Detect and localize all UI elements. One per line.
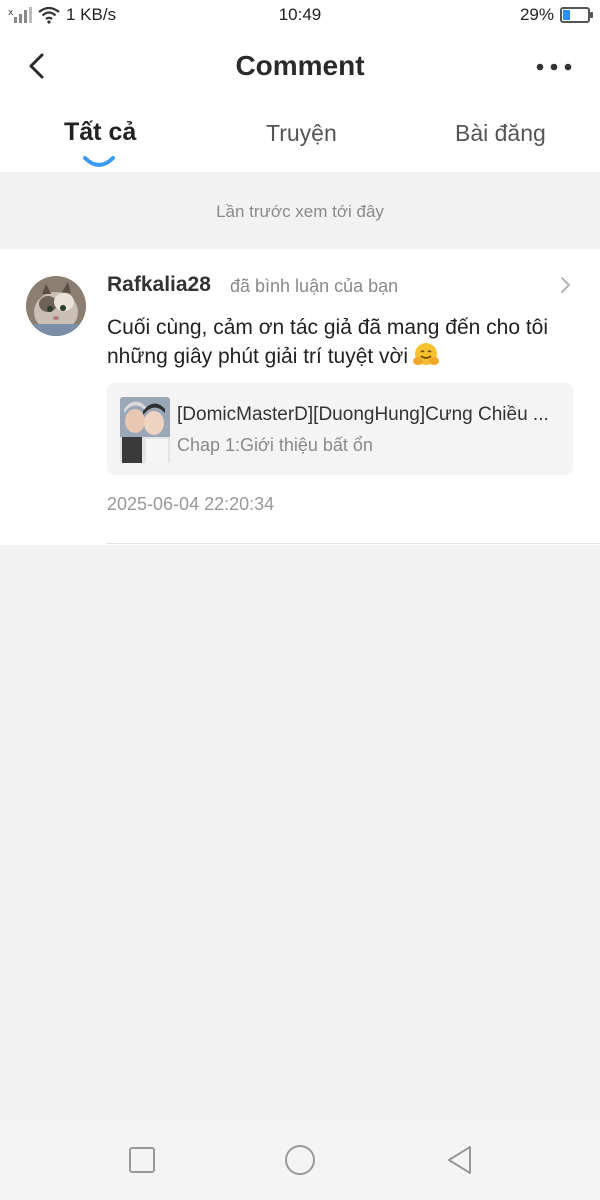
last-viewed-marker: Lần trước xem tới đây (216, 202, 384, 221)
circle-icon (285, 1145, 315, 1175)
comment-body-text: Cuối cùng, cảm ơn tác giả đã mang đến ch… (107, 316, 549, 368)
story-reference[interactable]: [DomicMasterD][DuongHung]Cưng Chiều ... … (107, 383, 573, 475)
battery-fill (563, 10, 570, 20)
more-horizontal-icon (536, 63, 572, 71)
comment-timestamp: 2025-06-04 22:20:34 (107, 494, 275, 514)
story-thumbnail (120, 397, 170, 463)
home-button[interactable] (284, 1144, 316, 1176)
screen: x 1 KB/s 10:49 29% Comment Tất cả Truyện… (0, 0, 600, 1200)
active-tab-indicator (83, 156, 115, 167)
tab-stories[interactable]: Truyện (266, 120, 337, 147)
page-title: Comment (235, 50, 365, 81)
clock: 10:49 (278, 5, 322, 24)
cat-avatar-image (26, 276, 86, 336)
battery-percent: 29% (519, 5, 554, 24)
triangle-back-icon (448, 1146, 471, 1174)
open-comment-button[interactable] (558, 275, 574, 295)
back-nav-button[interactable] (444, 1144, 476, 1176)
recent-apps-button[interactable] (126, 1144, 158, 1176)
avatar[interactable] (26, 276, 86, 336)
comment-username[interactable]: Rafkalia28 (107, 273, 211, 297)
chevron-right-icon (561, 277, 570, 293)
story-chapter: Chap 1:Giới thiệu bất ổn (177, 435, 373, 455)
hugging-face-emoji-icon (412, 342, 440, 376)
tab-bar: Tất cả Truyện Bài đăng (0, 104, 600, 172)
divider (107, 543, 600, 544)
tab-all[interactable]: Tất cả (64, 118, 136, 147)
status-right: 29% (519, 5, 593, 25)
system-nav-bar (0, 1120, 600, 1200)
comment-text: Cuối cùng, cảm ơn tác giả đã mang đến ch… (107, 313, 577, 376)
comment-action-text: đã bình luận của bạn (230, 276, 399, 296)
more-options-button[interactable] (534, 52, 574, 82)
app-header: Comment (0, 32, 600, 104)
story-title: [DomicMasterD][DuongHung]Cưng Chiều ... (177, 404, 549, 425)
tab-posts[interactable]: Bài đăng (455, 120, 546, 147)
status-bar: x 1 KB/s 10:49 29% (0, 0, 600, 32)
battery-icon (560, 7, 593, 23)
square-icon (129, 1147, 155, 1173)
comment-card[interactable]: Rafkalia28 đã bình luận của bạn Cuối cùn… (0, 249, 600, 545)
